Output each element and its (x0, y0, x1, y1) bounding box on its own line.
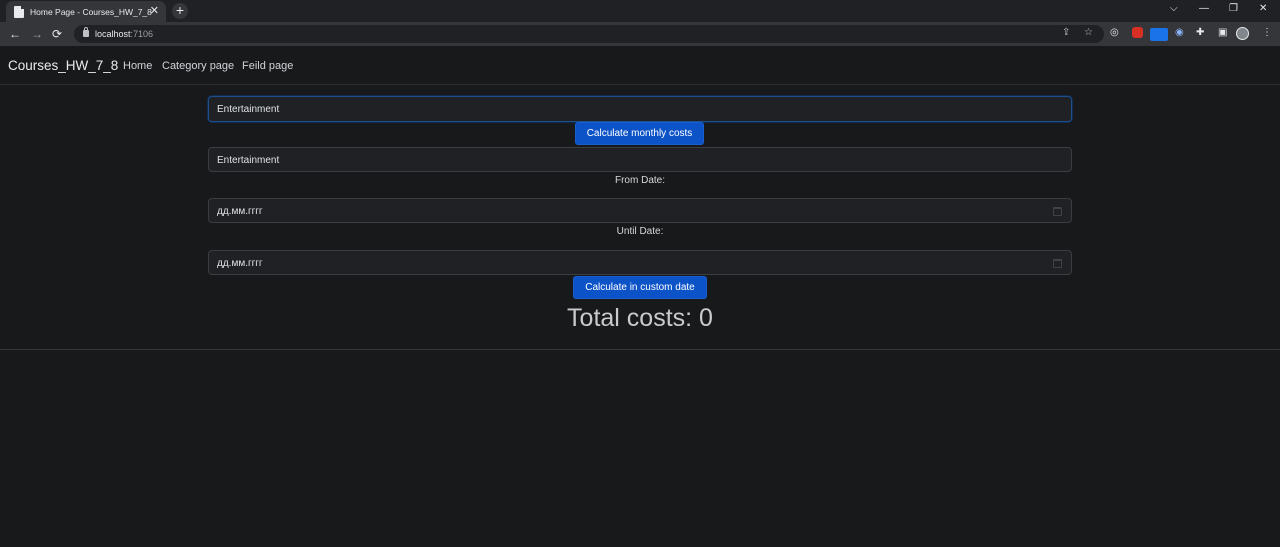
tab-title: Home Page - Courses_HW_7_8 (30, 6, 152, 17)
bookmark-star-icon[interactable]: ☆ (1084, 27, 1093, 38)
from-date-placeholder: дд.мм.гггг (217, 206, 263, 217)
category-custom-input[interactable]: Entertainment (208, 147, 1072, 172)
web-page: Courses_HW_7_8 Home Category page Feild … (0, 46, 1280, 547)
close-tab-icon[interactable]: ✕ (150, 4, 159, 17)
from-date-label: From Date: (614, 175, 665, 186)
until-date-label: Until Date: (616, 226, 664, 237)
content-divider (0, 349, 1280, 350)
calculate-monthly-button[interactable]: Calculate monthly costs (575, 122, 704, 145)
url-host: localhost (95, 29, 131, 39)
url-text: localhost:7106 (95, 29, 153, 39)
calendar-icon[interactable] (1053, 259, 1062, 268)
profile-avatar[interactable] (1236, 27, 1249, 40)
share-icon[interactable]: ⇪ (1062, 27, 1070, 38)
until-date-input[interactable]: дд.мм.гггг (208, 250, 1072, 275)
menu-icon[interactable]: ⋮ (1262, 27, 1272, 39)
nav-link-category[interactable]: Category page (162, 60, 234, 72)
category-monthly-input[interactable]: Entertainment (208, 96, 1072, 122)
tab-search-icon[interactable]: ⌵ (1170, 3, 1178, 14)
browser-toolbar: ← → ⟳ localhost:7106 ⇪ ☆ ◎ ◉ ✚ ▣ ⋮ (0, 22, 1280, 46)
back-button[interactable]: ← (9, 27, 21, 41)
reload-button[interactable]: ⟳ (52, 27, 62, 41)
browser-tabstrip: Home Page - Courses_HW_7_8 ✕ + ⌵ — ❐ ✕ (0, 0, 1280, 22)
calculate-custom-button[interactable]: Calculate in custom date (573, 276, 707, 299)
navbar-brand[interactable]: Courses_HW_7_8 (8, 58, 118, 73)
adblock-extension-icon[interactable] (1132, 27, 1143, 38)
page-icon (14, 5, 24, 18)
browser-tab[interactable]: Home Page - Courses_HW_7_8 ✕ (6, 1, 166, 22)
url-port: :7106 (130, 29, 154, 39)
vpn-extension-icon[interactable] (1150, 28, 1168, 41)
nav-link-home[interactable]: Home (123, 60, 152, 72)
minimize-button[interactable]: — (1199, 3, 1209, 14)
extensions-puzzle-icon[interactable]: ✚ (1196, 27, 1204, 39)
close-window-button[interactable]: ✕ (1259, 3, 1267, 14)
nav-link-feild[interactable]: Feild page (242, 60, 293, 72)
lock-icon[interactable] (83, 27, 89, 37)
new-tab-button[interactable]: + (172, 3, 188, 19)
audio-extension-icon[interactable]: ◉ (1175, 27, 1184, 39)
calendar-icon[interactable] (1053, 207, 1062, 216)
incognito-extension-icon[interactable]: ◎ (1110, 27, 1119, 39)
restore-button[interactable]: ❐ (1229, 3, 1238, 14)
navbar: Courses_HW_7_8 Home Category page Feild … (0, 46, 1280, 85)
side-panel-icon[interactable]: ▣ (1218, 27, 1227, 39)
forward-button[interactable]: → (31, 27, 43, 41)
address-bar[interactable]: localhost:7106 ⇪ ☆ (74, 25, 1104, 43)
until-date-placeholder: дд.мм.гггг (217, 258, 263, 269)
from-date-input[interactable]: дд.мм.гггг (208, 198, 1072, 223)
total-costs-heading: Total costs: 0 (567, 304, 713, 332)
